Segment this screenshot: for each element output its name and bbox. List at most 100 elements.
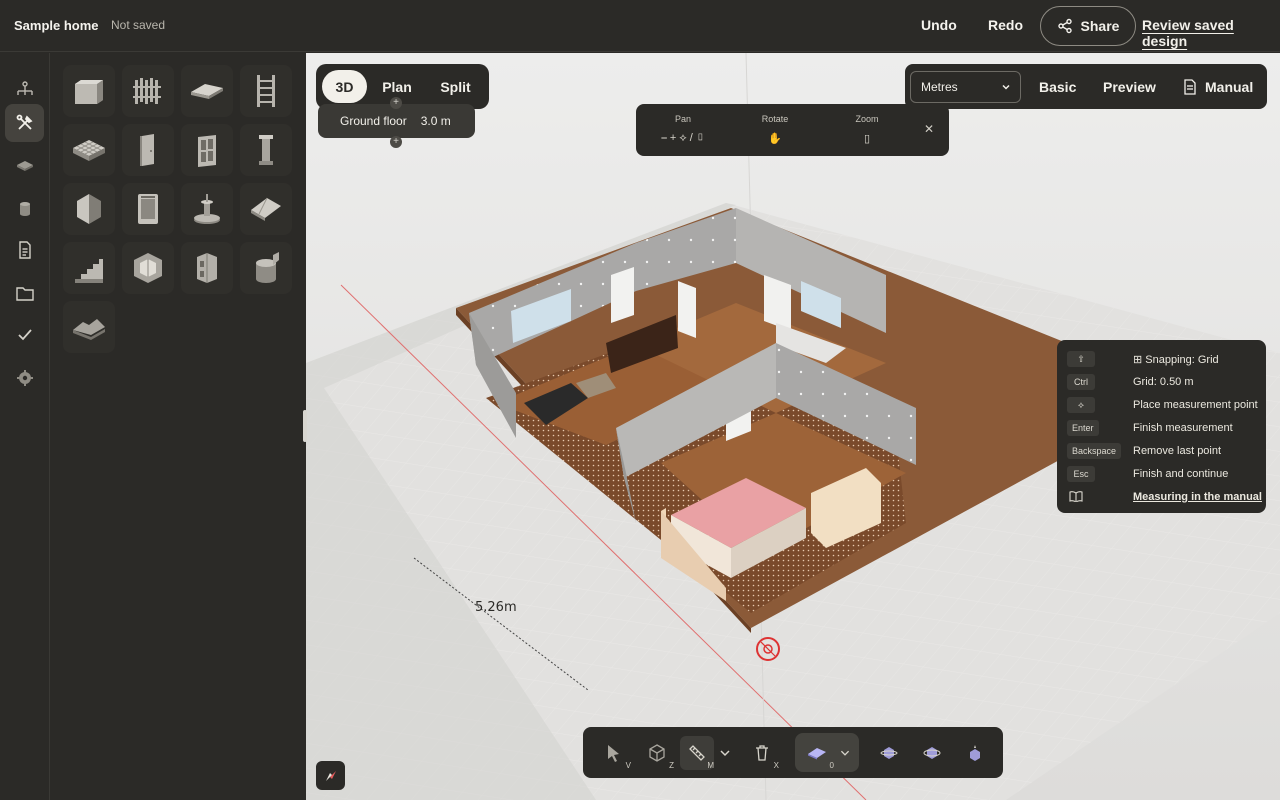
basic-button[interactable]: Basic	[1039, 79, 1076, 95]
trash-icon	[756, 745, 768, 761]
palette-paint-bucket[interactable]	[240, 242, 292, 294]
palette-cabinet[interactable]	[181, 242, 233, 294]
palette-fountain[interactable]	[181, 183, 233, 235]
rail-documents[interactable]	[5, 231, 44, 269]
undo-button[interactable]: Undo	[921, 17, 957, 33]
palette-slab[interactable]	[181, 65, 233, 117]
cabinet-icon	[197, 253, 217, 283]
orbit-tool-button[interactable]: Z	[640, 736, 674, 770]
compass-button[interactable]	[316, 761, 345, 790]
share-button[interactable]: Share	[1040, 6, 1136, 46]
palette-window[interactable]	[181, 124, 233, 176]
appliance-icon	[138, 194, 158, 224]
shift-key: ⇧	[1067, 351, 1095, 367]
rail-paint[interactable]	[5, 189, 44, 227]
units-select[interactable]: Metres	[910, 71, 1021, 103]
rail-folder[interactable]	[5, 274, 44, 312]
floor-selector[interactable]: Ground floor 3.0 m	[318, 104, 475, 138]
measuring-manual-link[interactable]: Measuring in the manual	[1133, 491, 1262, 503]
backspace-key: Backspace	[1067, 443, 1122, 459]
measure-options-dropdown[interactable]	[715, 736, 735, 770]
share-icon	[1057, 18, 1072, 34]
shortcut-key: X	[773, 761, 779, 770]
top-bar: Sample home Not saved Undo Redo Share Re…	[0, 0, 1280, 52]
build-tools-icon	[16, 114, 33, 130]
shortcut-row: ⟡ Place measurement point	[1057, 394, 1266, 416]
rotate-label: Rotate	[761, 114, 789, 124]
column-icon	[259, 135, 273, 165]
preview-button[interactable]: Preview	[1103, 79, 1156, 95]
panel-resize-handle[interactable]	[303, 410, 307, 442]
stairs-icon	[75, 259, 103, 283]
palette-wall[interactable]	[63, 65, 115, 117]
manual-icon	[1184, 79, 1196, 95]
rail-structure[interactable]	[5, 70, 44, 108]
mouse-wheel-icon: ▯	[863, 133, 871, 145]
camera-top-button[interactable]	[958, 736, 992, 770]
save-status: Not saved	[111, 18, 166, 32]
view-3d-button[interactable]: 3D	[322, 70, 367, 103]
chevron-down-icon	[1002, 84, 1010, 90]
floor-tool-button[interactable]: 0	[800, 736, 834, 770]
select-tool-button[interactable]: V	[597, 736, 631, 770]
cube-icon	[649, 744, 665, 762]
palette-box[interactable]	[63, 183, 115, 235]
add-floor-below-button[interactable]: +	[390, 136, 402, 148]
camera-side-button[interactable]	[915, 736, 949, 770]
camera-top-icon	[970, 745, 980, 761]
door-icon	[140, 134, 154, 166]
settings-icon	[16, 370, 33, 386]
room-icon	[134, 253, 162, 283]
manual-label: Manual	[1205, 79, 1254, 95]
delete-tool-button[interactable]: X	[745, 736, 779, 770]
floor-count-badge: 0	[829, 761, 834, 770]
rail-settings[interactable]	[5, 359, 44, 397]
add-floor-above-button[interactable]: +	[390, 97, 402, 109]
chevron-down-icon	[840, 750, 850, 756]
redo-button[interactable]: Redo	[988, 17, 1023, 33]
shortcut-key: Z	[669, 761, 674, 770]
view-split-button[interactable]: Split	[435, 70, 476, 103]
review-saved-design-link[interactable]: Review saved design	[1142, 17, 1280, 49]
floor-name: Ground floor	[340, 114, 407, 128]
compass-icon	[325, 770, 336, 781]
window-icon	[198, 135, 216, 167]
palette-appliance[interactable]	[122, 183, 174, 235]
ctrl-key: Ctrl	[1067, 374, 1095, 390]
measurement-label: 5.26m	[475, 600, 517, 615]
paint-icon	[19, 202, 30, 216]
structure-icon	[16, 81, 33, 95]
zoom-label: Zoom	[855, 114, 879, 124]
document-title[interactable]: Sample home	[14, 18, 99, 33]
shortcut-label: Snapping: Grid	[1145, 354, 1219, 366]
box-icon	[77, 194, 101, 224]
camera-front-button[interactable]	[872, 736, 906, 770]
measure-shortcuts-panel: ⇧ ⊞ Snapping: Grid Ctrl Grid: 0.50 m ⟡ P…	[1057, 340, 1266, 513]
palette-fence[interactable]	[122, 65, 174, 117]
terrain-icon	[73, 319, 105, 340]
measure-tool-button[interactable]: M	[680, 736, 714, 770]
palette-door[interactable]	[122, 124, 174, 176]
paint-bucket-icon	[256, 252, 279, 283]
rail-check[interactable]	[5, 316, 44, 354]
pan-gesture-icon: ⎯ + ⟡ / ▯	[661, 132, 705, 144]
palette-terrain[interactable]	[63, 301, 115, 353]
view-mode-switch: 3D Plan Split	[316, 64, 489, 109]
floor-options-dropdown[interactable]	[836, 736, 854, 770]
object-palette	[51, 53, 305, 800]
palette-column[interactable]	[240, 124, 292, 176]
rail-build-tools[interactable]	[5, 104, 44, 142]
palette-roof[interactable]	[240, 183, 292, 235]
manual-button[interactable]: Manual	[1183, 79, 1253, 95]
click-key: ⟡	[1067, 397, 1095, 413]
materials-icon	[16, 161, 33, 171]
palette-floor-grid[interactable]	[63, 124, 115, 176]
shortcut-label: Remove last point	[1133, 445, 1222, 457]
palette-ladder[interactable]	[240, 65, 292, 117]
close-hint-button[interactable]: ✕	[924, 122, 934, 136]
palette-room[interactable]	[122, 242, 174, 294]
shortcut-label: Grid: 0.50 m	[1133, 376, 1194, 388]
shortcut-row: ⇧ ⊞ Snapping: Grid	[1057, 348, 1266, 370]
palette-stairs[interactable]	[63, 242, 115, 294]
rail-materials[interactable]	[5, 146, 44, 184]
